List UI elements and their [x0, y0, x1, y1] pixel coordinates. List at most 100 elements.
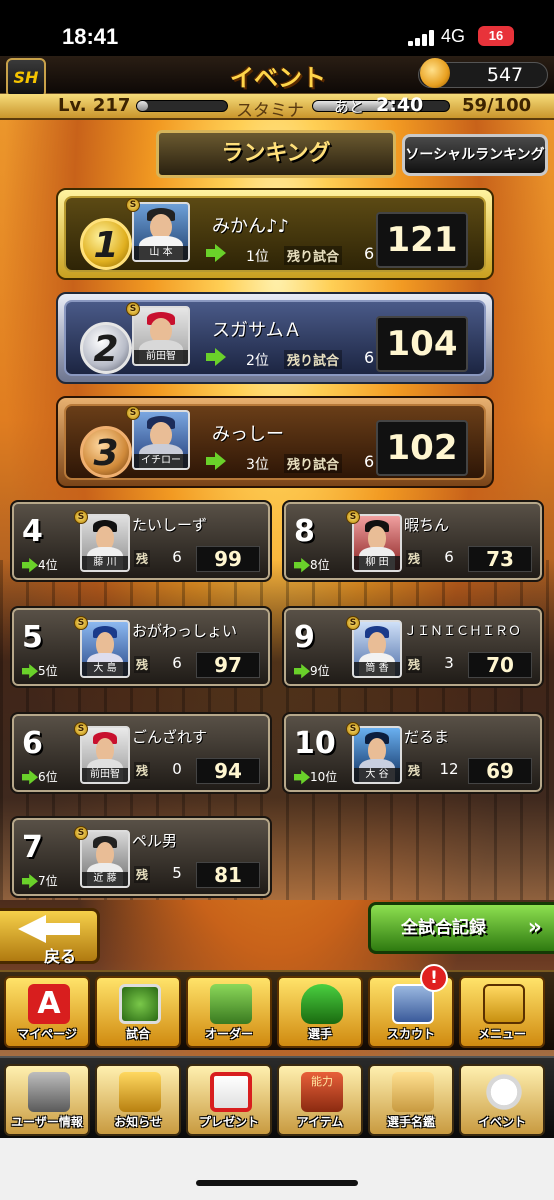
remaining-games-label: 残 [134, 656, 151, 673]
remaining-games: 6 [172, 654, 182, 672]
bronze-medal-icon: 3 [80, 426, 132, 478]
rank-arrow-icon [22, 558, 38, 573]
remaining-games: 6 [364, 348, 375, 367]
user-info-icon [28, 1072, 70, 1112]
nav-order[interactable]: オーダー [186, 976, 272, 1048]
back-button[interactable]: 戻る [0, 908, 100, 966]
user-name: みっしー [212, 424, 284, 445]
player-name: 大 谷 [354, 768, 400, 782]
sub-nav: ユーザー情報 お知らせ プレゼント 能力 アイテム 選手名鑑 イベント [0, 1056, 554, 1138]
score: 99 [196, 546, 260, 572]
ranking-card-7[interactable]: 7 7位 近 藤 S ペル男 残 5 81 [10, 816, 272, 898]
remaining-games-label: 残り試合 [284, 246, 343, 265]
all-records-label: 全試合記録 [401, 918, 486, 938]
ranking-card-6[interactable]: 6 6位 前田智 S ごんざれす 残 0 94 [10, 712, 272, 794]
user-name: みかん♪♪ [212, 216, 289, 237]
user-name: ＪＩＮＩＣＨＩＲＯ [404, 624, 522, 639]
player-avatar: 大 島 [80, 620, 130, 678]
user-name: おがわっしょい [132, 622, 238, 640]
player-name: 前田智 [82, 768, 128, 782]
ranking-card-4[interactable]: 4 4位 藤 川 S たいしーず 残 6 99 [10, 500, 272, 582]
score: 70 [468, 652, 532, 678]
player-avatar: イチロー [132, 410, 190, 470]
ranking-card-5[interactable]: 5 5位 大 島 S おがわっしょい 残 6 97 [10, 606, 272, 688]
chevron-right-icon: » [527, 915, 542, 940]
rarity-s-icon: S [74, 722, 88, 736]
nav-menu[interactable]: メニュー [459, 976, 545, 1048]
rank-number: 10 [294, 726, 336, 761]
player-directory-icon [392, 1072, 434, 1112]
rank-arrow-icon [206, 244, 226, 262]
previous-rank: 8位 [310, 558, 330, 572]
previous-rank: 6位 [38, 770, 58, 784]
nav-items[interactable]: 能力 アイテム [277, 1064, 363, 1136]
score: 102 [376, 420, 468, 476]
silver-medal-icon: 2 [80, 322, 132, 374]
ranking-card-8[interactable]: 8 8位 柳 田 S 暇ちん 残 6 73 [282, 500, 544, 582]
home-indicator[interactable] [196, 1180, 358, 1186]
remaining-games: 0 [172, 760, 182, 778]
nav-player-directory[interactable]: 選手名鑑 [368, 1064, 454, 1136]
nav-user-info[interactable]: ユーザー情報 [4, 1064, 90, 1136]
remaining-games: 6 [444, 548, 454, 566]
rank-arrow-icon [22, 770, 38, 785]
nav-mypage[interactable]: A マイページ [4, 976, 90, 1048]
remaining-games: 6 [364, 452, 375, 471]
player-avatar: 柳 田 [352, 514, 402, 572]
ranking-card-9[interactable]: 9 9位 筒 香 S ＪＩＮＩＣＨＩＲＯ 残 3 70 [282, 606, 544, 688]
user-name: 暇ちん [404, 516, 450, 534]
ranking-card-2[interactable]: 2 前田智 S スガサムＡ 2位 残り試合 6 104 [56, 292, 494, 384]
rank-number: 8 [294, 514, 315, 549]
stamina-recover-time: 2:40 [376, 94, 424, 116]
remaining-games-label: 残 [134, 762, 151, 779]
player-name: イチロー [134, 454, 188, 468]
rarity-s-icon: S [346, 722, 360, 736]
player-avatar: 近 藤 [80, 830, 130, 888]
score: 121 [376, 212, 468, 268]
network-label: 4G [441, 26, 466, 46]
ranking-card-10[interactable]: 10 10位 大 谷 S だるま 残 12 69 [282, 712, 544, 794]
event-baseball-icon [483, 1072, 525, 1112]
rarity-s-icon: S [126, 302, 140, 316]
rarity-s-icon: S [346, 510, 360, 524]
tab-social-ranking[interactable]: ソーシャルランキング [402, 134, 548, 176]
ranking-card-1[interactable]: 1 山 本 S みかん♪♪ 1位 残り試合 6 121 [56, 188, 494, 280]
main-nav: A マイページ 試合 オーダー 選手 スカウト メニュー [0, 970, 554, 1050]
remaining-games-label: 残り試合 [284, 454, 343, 473]
score: 69 [468, 758, 532, 784]
all-records-button[interactable]: 全試合記録 » [368, 902, 554, 954]
signal-icon [408, 30, 434, 46]
nav-event[interactable]: イベント [459, 1064, 545, 1136]
gift-icon [210, 1072, 252, 1112]
rank-number: 5 [22, 620, 43, 655]
remaining-games: 12 [439, 760, 459, 778]
previous-rank: 4位 [38, 558, 58, 572]
user-name: たいしーず [132, 516, 208, 534]
nav-present[interactable]: プレゼント [186, 1064, 272, 1136]
field-order-icon [210, 984, 252, 1024]
bottom-safe-area [0, 1138, 554, 1200]
stamina-label: スタミナ [236, 101, 304, 121]
menu-icon [483, 984, 525, 1024]
remaining-games: 5 [172, 864, 182, 882]
stamina-next-label: あと [334, 98, 365, 116]
nav-game[interactable]: 試合 [95, 976, 181, 1048]
remaining-games-label: 残 [134, 550, 151, 567]
nav-news[interactable]: お知らせ [95, 1064, 181, 1136]
tab-ranking[interactable]: ランキング [156, 130, 396, 178]
rank-arrow-icon [22, 664, 38, 679]
rank-arrow-icon [294, 770, 310, 785]
rank-arrow-icon [294, 664, 310, 679]
player-name: 藤 川 [82, 556, 128, 570]
previous-rank: 2位 [246, 353, 269, 369]
nav-players[interactable]: 選手 [277, 976, 363, 1048]
item-book-icon: 能力 [301, 1072, 343, 1112]
remaining-games: 6 [172, 548, 182, 566]
rarity-s-icon: S [126, 406, 140, 420]
rarity-s-icon: S [74, 826, 88, 840]
player-avatar: 大 谷 [352, 726, 402, 784]
ranking-card-3[interactable]: 3 イチロー S みっしー 3位 残り試合 6 102 [56, 396, 494, 488]
team-logo[interactable]: SH [6, 58, 46, 98]
previous-rank: 9位 [310, 664, 330, 678]
rarity-s-icon: S [126, 198, 140, 212]
